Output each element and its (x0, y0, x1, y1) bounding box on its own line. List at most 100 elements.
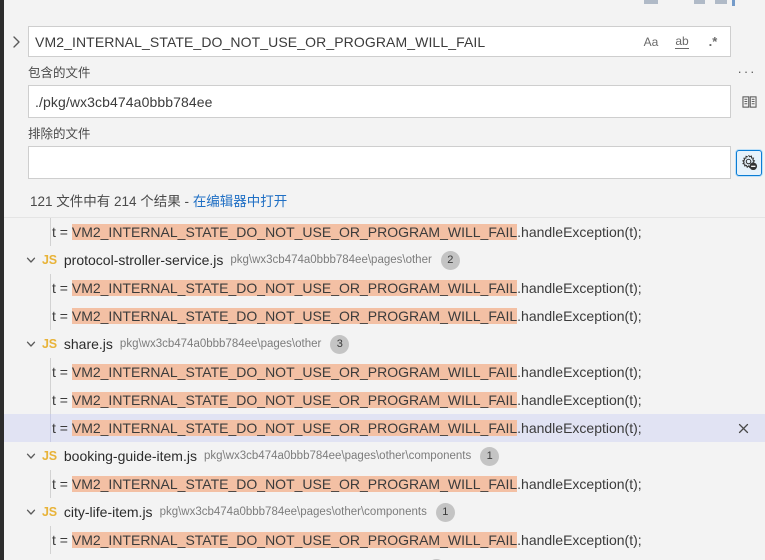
match-count-badge: 2 (440, 250, 460, 270)
match-suffix: .handleException(t); (517, 224, 642, 240)
match-text: t = VM2_INTERNAL_STATE_DO_NOT_USE_OR_PRO… (52, 476, 642, 492)
files-to-exclude-input[interactable] (28, 146, 731, 179)
search-options: Aa ab .* (641, 26, 723, 57)
match-prefix: t = (52, 532, 72, 548)
match-highlight: VM2_INTERNAL_STATE_DO_NOT_USE_OR_PROGRAM… (71, 420, 518, 436)
match-whole-word-icon[interactable]: ab (672, 32, 692, 52)
more-actions-icon[interactable]: ··· (735, 60, 759, 82)
clipped-icon-a (694, 0, 705, 4)
file-name: share.js (63, 336, 113, 352)
chevron-down-icon[interactable] (22, 503, 40, 521)
match-prefix: t = (52, 392, 72, 408)
file-result-row[interactable]: JS booking-guide-item.js pkg\wx3cb474a0bbb… (4, 442, 765, 470)
indent-guide (50, 218, 51, 246)
match-result-row[interactable]: t = VM2_INTERNAL_STATE_DO_NOT_USE_OR_PRO… (4, 386, 765, 414)
clipped-icon-c (715, 0, 727, 4)
match-case-icon[interactable]: Aa (641, 32, 661, 52)
indent-guide (50, 470, 51, 498)
match-case-label: Aa (643, 34, 659, 49)
chevron-down-icon[interactable] (22, 335, 40, 353)
js-file-icon: JS (42, 253, 57, 267)
match-prefix: t = (52, 476, 72, 492)
search-widget: VM2_INTERNAL_STATE_DO_NOT_USE_OR_PROGRAM… (4, 8, 765, 217)
match-result-row-selected[interactable]: t = VM2_INTERNAL_STATE_DO_NOT_USE_OR_PRO… (4, 414, 765, 442)
clipped-toolbar-remnant (4, 0, 765, 8)
search-field-row: VM2_INTERNAL_STATE_DO_NOT_USE_OR_PROGRAM… (28, 26, 731, 57)
files-to-include-row: ./pkg/wx3cb474a0bbb784ee (28, 85, 757, 118)
clipped-icon-b (644, 0, 658, 4)
activity-bar-edge (0, 0, 4, 560)
files-to-include-label: 包含的文件 (28, 66, 91, 80)
match-count-badge: 1 (435, 502, 455, 522)
match-result-row[interactable]: t = VM2_INTERNAL_STATE_DO_NOT_USE_OR_PRO… (4, 302, 765, 330)
close-icon[interactable] (733, 418, 753, 438)
file-path: pkg\wx3cb474a0bbb784ee\pages\other (119, 338, 322, 350)
indent-guide (50, 302, 51, 330)
use-regex-icon[interactable]: .* (703, 32, 723, 52)
files-to-exclude-section: 排除的文件 (28, 126, 762, 179)
match-text: t = VM2_INTERNAL_STATE_DO_NOT_USE_OR_PRO… (52, 392, 642, 408)
match-suffix: .handleException(t); (517, 532, 642, 548)
match-result-row[interactable]: t = VM2_INTERNAL_STATE_DO_NOT_USE_OR_PRO… (4, 218, 765, 246)
match-text: t = VM2_INTERNAL_STATE_DO_NOT_USE_OR_PRO… (52, 224, 642, 240)
indent-guide (50, 414, 51, 442)
file-name: protocol-stroller-service.js (63, 252, 224, 268)
match-count-badge: 3 (330, 334, 350, 354)
open-in-editor-link[interactable]: 在编辑器中打开 (193, 194, 288, 209)
indent-guide (50, 526, 51, 554)
gear-exclude-icon[interactable] (736, 149, 762, 176)
files-to-include-value: ./pkg/wx3cb474a0bbb784ee (35, 93, 213, 110)
files-to-exclude-row (28, 146, 762, 179)
match-result-row[interactable]: t = VM2_INTERNAL_STATE_DO_NOT_USE_OR_PRO… (4, 358, 765, 386)
match-text: t = VM2_INTERNAL_STATE_DO_NOT_USE_OR_PRO… (52, 532, 642, 548)
match-suffix: .handleException(t); (517, 308, 642, 324)
match-prefix: t = (52, 308, 72, 324)
match-prefix: t = (52, 224, 72, 240)
match-result-row[interactable]: t = VM2_INTERNAL_STATE_DO_NOT_USE_OR_PRO… (4, 526, 765, 554)
match-prefix: t = (52, 280, 72, 296)
file-result-row[interactable]: JSpay-popup.jspkg\wx3cb474a0bbb784ee\pag… (4, 554, 765, 560)
match-text: t = VM2_INTERNAL_STATE_DO_NOT_USE_OR_PRO… (52, 364, 642, 380)
file-path: pkg\wx3cb474a0bbb784ee\pages\other\compo… (203, 450, 472, 462)
chevron-down-icon[interactable] (22, 251, 40, 269)
match-highlight: VM2_INTERNAL_STATE_DO_NOT_USE_OR_PROGRAM… (71, 476, 518, 492)
file-name: booking-guide-item.js (63, 448, 197, 464)
result-summary: 121 文件中有 214 个结果 - 在编辑器中打开 (30, 193, 765, 211)
match-suffix: .handleException(t); (517, 476, 642, 492)
match-highlight: VM2_INTERNAL_STATE_DO_NOT_USE_OR_PROGRAM… (71, 224, 518, 240)
indent-guide (50, 358, 51, 386)
file-result-row[interactable]: JS share.js pkg\wx3cb474a0bbb784ee\pages\o… (4, 330, 765, 358)
results-tree[interactable]: t = VM2_INTERNAL_STATE_DO_NOT_USE_OR_PRO… (4, 217, 765, 560)
search-input-value: VM2_INTERNAL_STATE_DO_NOT_USE_OR_PROGRAM… (35, 33, 486, 50)
file-result-row[interactable]: JS protocol-stroller-service.js pkg\wx3cb4… (4, 246, 765, 274)
js-file-icon: JS (42, 337, 57, 351)
indent-guide (50, 274, 51, 302)
match-result-row[interactable]: t = VM2_INTERNAL_STATE_DO_NOT_USE_OR_PRO… (4, 274, 765, 302)
js-file-icon: JS (42, 505, 57, 519)
file-name: city-life-item.js (63, 504, 153, 520)
match-highlight: VM2_INTERNAL_STATE_DO_NOT_USE_OR_PROGRAM… (71, 364, 518, 380)
file-path: pkg\wx3cb474a0bbb784ee\pages\other (230, 254, 432, 266)
match-prefix: t = (52, 364, 72, 380)
search-panel: VM2_INTERNAL_STATE_DO_NOT_USE_OR_PROGRAM… (4, 0, 765, 560)
match-highlight: VM2_INTERNAL_STATE_DO_NOT_USE_OR_PROGRAM… (71, 392, 518, 408)
match-suffix: .handleException(t); (517, 280, 642, 296)
result-summary-text: 121 文件中有 214 个结果 - (30, 194, 193, 209)
match-highlight: VM2_INTERNAL_STATE_DO_NOT_USE_OR_PROGRAM… (71, 280, 518, 296)
search-input[interactable]: VM2_INTERNAL_STATE_DO_NOT_USE_OR_PROGRAM… (28, 26, 731, 57)
chevron-down-icon[interactable] (22, 447, 40, 465)
js-file-icon: JS (42, 449, 57, 463)
file-result-row[interactable]: JS city-life-item.js pkg\wx3cb474a0bbb784e… (4, 498, 765, 526)
match-result-row[interactable]: t = VM2_INTERNAL_STATE_DO_NOT_USE_OR_PRO… (4, 470, 765, 498)
indent-guide (50, 386, 51, 414)
match-count-badge: 1 (480, 446, 500, 466)
match-suffix: .handleException(t); (517, 420, 642, 436)
files-to-include-input[interactable]: ./pkg/wx3cb474a0bbb784ee (28, 85, 731, 118)
match-whole-word-label: ab (675, 33, 689, 49)
chevron-right-icon[interactable] (6, 28, 26, 56)
clipped-icon-cursor (732, 0, 735, 6)
open-book-icon[interactable] (736, 89, 762, 115)
match-prefix: t = (52, 420, 72, 436)
match-text: t = VM2_INTERNAL_STATE_DO_NOT_USE_OR_PRO… (52, 280, 642, 296)
match-text: t = VM2_INTERNAL_STATE_DO_NOT_USE_OR_PRO… (52, 420, 642, 436)
